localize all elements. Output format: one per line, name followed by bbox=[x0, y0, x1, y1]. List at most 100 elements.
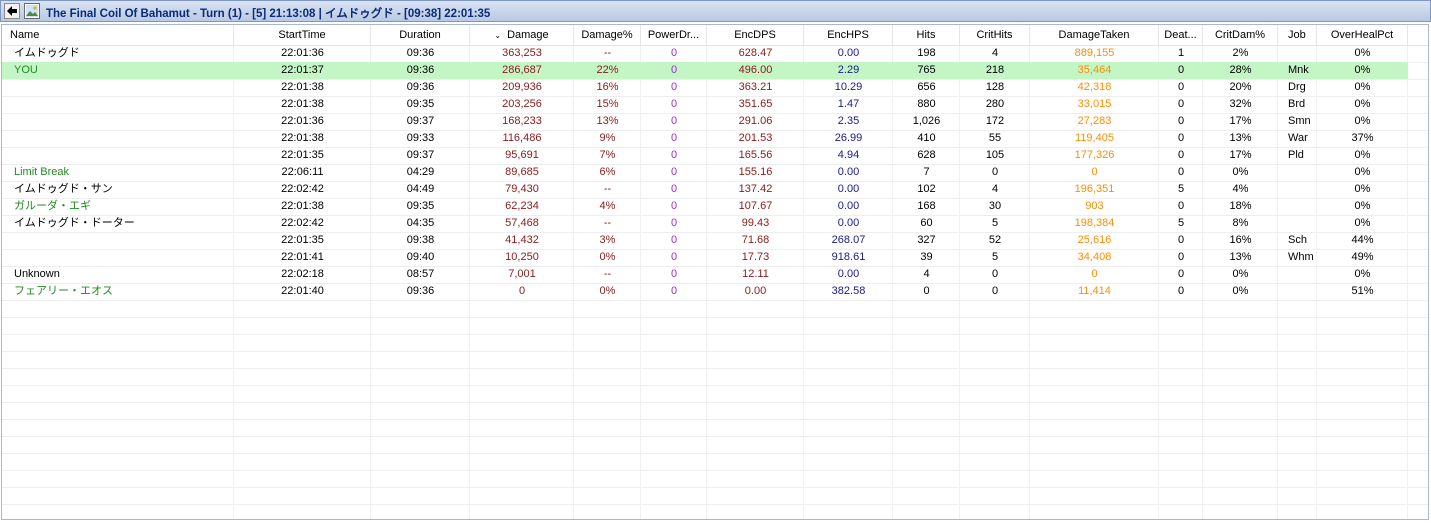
table-row[interactable]: イムドゥグド・サン 22:02:42 04:49 79,430 -- 0 137.42 0.0… bbox=[2, 181, 1408, 198]
cell-encdps: 12.11 bbox=[742, 268, 769, 280]
cell-enchps: 0.00 bbox=[837, 166, 860, 178]
cell-enchps: 0.00 bbox=[837, 217, 860, 229]
cell-damage: 62,234 bbox=[505, 200, 539, 212]
cell-damage-pct: 0% bbox=[599, 285, 616, 297]
cell-crithits: 128 bbox=[985, 81, 1005, 93]
cell-damage-taken: 33,015 bbox=[1077, 98, 1112, 110]
table-row[interactable]: 22:01:35 09:37 95,691 7% 0 165.56 4.94 628 105 17… bbox=[2, 147, 1408, 164]
cell-critdam-pct: 0% bbox=[1232, 285, 1249, 297]
table-row[interactable]: 22:01:38 09:36 209,936 16% 0 363.21 10.29 656 12… bbox=[2, 79, 1408, 96]
cell-name: イムドゥグド・サン bbox=[14, 183, 113, 195]
table-row[interactable]: イムドゥグド・ドーター 22:02:42 04:35 57,468 -- 0 99.43 0.… bbox=[2, 215, 1408, 232]
column-header-enchps[interactable]: EncHPS bbox=[804, 25, 893, 45]
cell-deaths: 0 bbox=[1177, 115, 1185, 127]
cell-encdps: 155.16 bbox=[738, 166, 773, 178]
column-header-critdam-pct[interactable]: CritDam% bbox=[1203, 25, 1278, 45]
cell-deaths: 0 bbox=[1177, 251, 1185, 263]
cell-crithits: 172 bbox=[985, 115, 1005, 127]
cell-encdps: 137.42 bbox=[738, 183, 773, 195]
column-header-encdps[interactable]: EncDPS bbox=[707, 25, 804, 45]
cell-name: Unknown bbox=[14, 268, 60, 280]
column-header-hits[interactable]: Hits bbox=[893, 25, 960, 45]
table-row[interactable]: 22:01:38 09:33 116,486 9% 0 201.53 26.99 410 55 1… bbox=[2, 130, 1408, 147]
cell-name: ガルーダ・エギ bbox=[14, 200, 91, 212]
column-header-overheal-pct[interactable]: OverHealPct bbox=[1317, 25, 1408, 45]
cell-crithits: 0 bbox=[991, 166, 999, 178]
cell-hits: 7 bbox=[923, 166, 930, 178]
cell-hits: 39 bbox=[920, 251, 933, 263]
column-header-damage-pct[interactable]: Damage% bbox=[574, 25, 641, 45]
cell-deaths: 5 bbox=[1177, 183, 1185, 195]
cell-overheal-pct: 0% bbox=[1354, 115, 1371, 127]
cell-power-drain: 0 bbox=[670, 47, 678, 59]
table-row[interactable]: フェアリー・エオス 22:01:40 09:36 0 0% 0 0.00 382.58 0 0 11… bbox=[2, 283, 1408, 300]
arrow-left-icon bbox=[7, 6, 17, 16]
column-header-power-drain[interactable]: PowerDr... bbox=[641, 25, 707, 45]
cell-damage-taken: 889,155 bbox=[1074, 47, 1115, 59]
cell-name: イムドゥグド・ドーター bbox=[14, 217, 135, 229]
cell-damage-pct: 0% bbox=[599, 251, 616, 263]
cell-name: YOU bbox=[14, 64, 38, 76]
cell-damage: 0 bbox=[518, 285, 526, 297]
table-row[interactable]: ガルーダ・エギ 22:01:38 09:35 62,234 4% 0 107.67 0.00 1… bbox=[2, 198, 1408, 215]
cell-critdam-pct: 17% bbox=[1229, 149, 1252, 161]
cell-critdam-pct: 32% bbox=[1229, 98, 1252, 110]
cell-crithits: 280 bbox=[985, 98, 1005, 110]
cell-encdps: 201.53 bbox=[738, 132, 773, 144]
cell-overheal-pct: 0% bbox=[1354, 166, 1371, 178]
cell-enchps: 10.29 bbox=[834, 81, 863, 93]
cell-overheal-pct: 0% bbox=[1354, 200, 1371, 212]
cell-hits: 60 bbox=[920, 217, 933, 229]
cell-critdam-pct: 2% bbox=[1232, 47, 1249, 59]
cell-damage-taken: 42,318 bbox=[1077, 81, 1112, 93]
cell-damage-taken: 27,283 bbox=[1077, 115, 1112, 127]
column-header-label: CritHits bbox=[976, 29, 1013, 41]
cell-damage-pct: -- bbox=[603, 217, 612, 229]
table-row[interactable]: Limit Break 22:06:11 04:29 89,685 6% 0 155.16 0… bbox=[2, 164, 1408, 181]
cell-overheal-pct: 0% bbox=[1354, 149, 1371, 161]
cell-starttime: 22:01:36 bbox=[281, 115, 324, 127]
cell-damage-pct: -- bbox=[603, 183, 612, 195]
table-row[interactable]: 22:01:36 09:37 168,233 13% 0 291.06 2.35 1,026 1… bbox=[2, 113, 1408, 130]
cell-encdps: 17.73 bbox=[741, 251, 770, 263]
table-row[interactable]: イムドゥグド 22:01:36 09:36 363,253 -- 0 628.47 0.00 1… bbox=[2, 45, 1408, 62]
cell-damage-pct: 6% bbox=[599, 166, 616, 178]
table-row[interactable]: 22:01:35 09:38 41,432 3% 0 71.68 268.07 327 52 25… bbox=[2, 232, 1408, 249]
cell-starttime: 22:02:18 bbox=[281, 268, 324, 280]
column-header-damage-taken[interactable]: DamageTaken bbox=[1030, 25, 1159, 45]
column-header-label: Job bbox=[1288, 29, 1306, 41]
back-button[interactable] bbox=[4, 3, 20, 19]
cell-critdam-pct: 20% bbox=[1229, 81, 1252, 93]
table-row[interactable]: 22:01:38 09:35 203,256 15% 0 351.65 1.47 880 280… bbox=[2, 96, 1408, 113]
column-header-name[interactable]: Name bbox=[2, 25, 234, 45]
cell-name bbox=[2, 96, 234, 113]
table-row[interactable]: YOU 22:01:37 09:36 286,687 22% 0 496.00 2.29 765… bbox=[2, 62, 1408, 79]
table-row[interactable]: 22:01:41 09:40 10,250 0% 0 17.73 918.61 39 5 34,4… bbox=[2, 249, 1408, 266]
cell-hits: 327 bbox=[917, 234, 936, 246]
column-header-label: Hits bbox=[916, 29, 936, 41]
column-header-duration[interactable]: Duration bbox=[371, 25, 470, 45]
table-row[interactable]: Unknown 22:02:18 08:57 7,001 -- 0 12.11 0.00 4 0 0… bbox=[2, 266, 1408, 283]
cell-enchps: 26.99 bbox=[834, 132, 863, 144]
column-header-damage[interactable]: ⌄ Damage bbox=[470, 25, 574, 45]
cell-hits: 4 bbox=[923, 268, 930, 280]
cell-damage: 57,468 bbox=[505, 217, 539, 229]
column-header-crithits[interactable]: CritHits bbox=[960, 25, 1030, 45]
cell-enchps: 2.35 bbox=[837, 115, 860, 127]
cell-crithits: 5 bbox=[991, 217, 999, 229]
cell-power-drain: 0 bbox=[670, 268, 678, 280]
picture-icon[interactable] bbox=[24, 3, 40, 19]
cell-starttime: 22:01:35 bbox=[281, 149, 324, 161]
cell-encdps: 71.68 bbox=[741, 234, 770, 246]
cell-duration: 09:35 bbox=[406, 200, 435, 212]
column-header-label: OverHealPct bbox=[1330, 29, 1394, 41]
column-header-label: DamageTaken bbox=[1058, 29, 1130, 41]
encounter-table: Name StartTime Duration ⌄ Damage Damage% Power… bbox=[1, 24, 1429, 520]
column-header-label: Name bbox=[10, 29, 40, 41]
cell-damage: 7,001 bbox=[508, 268, 536, 280]
cell-enchps: 268.07 bbox=[831, 234, 866, 246]
column-header-starttime[interactable]: StartTime bbox=[234, 25, 371, 45]
column-header-deaths[interactable]: Deat... bbox=[1159, 25, 1203, 45]
column-header-job[interactable]: Job bbox=[1278, 25, 1317, 45]
column-header-label: Damage% bbox=[581, 29, 633, 41]
